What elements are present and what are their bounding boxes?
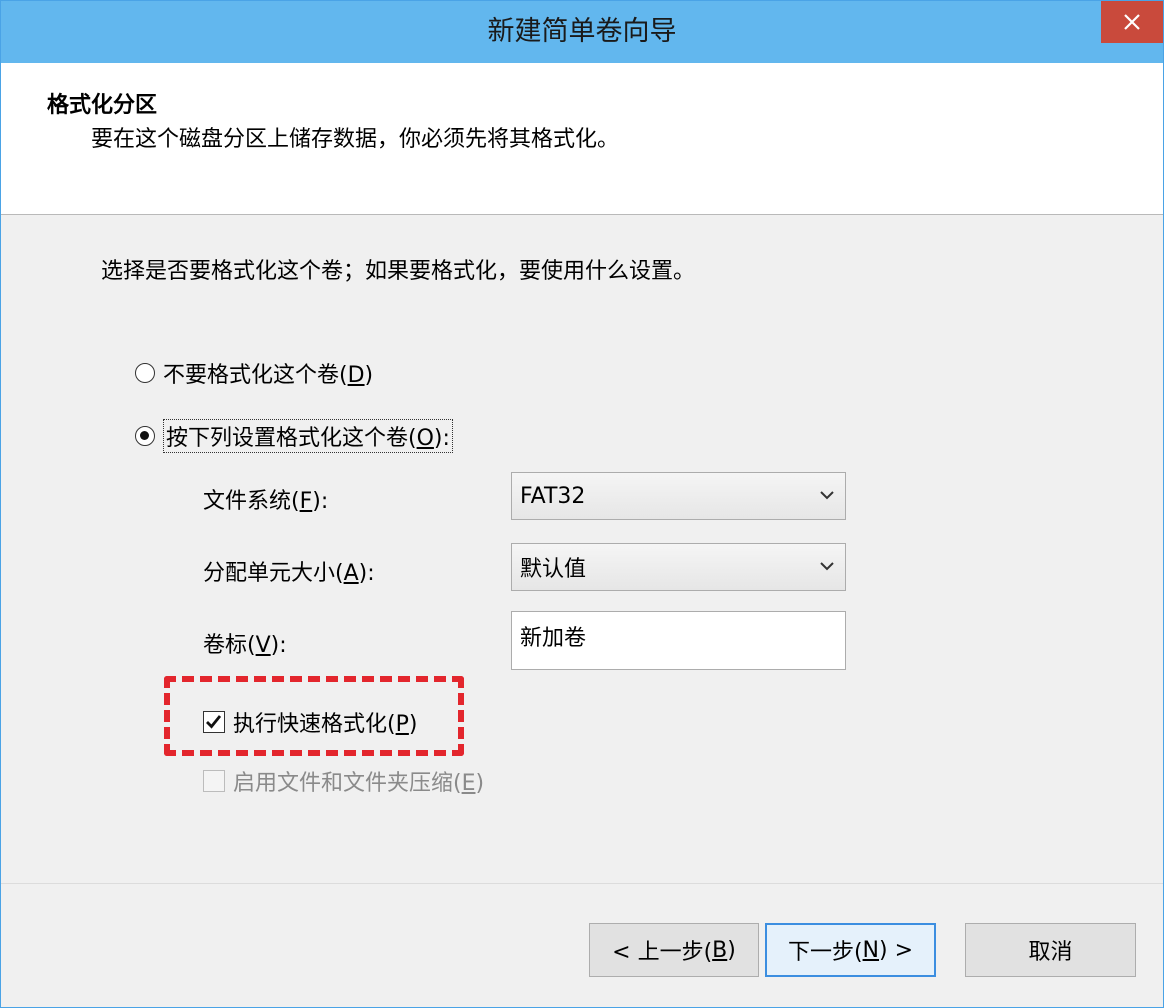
radio-format[interactable]: 按下列设置格式化这个卷(O): — [135, 419, 453, 453]
file-system-select[interactable]: FAT32 — [511, 472, 846, 520]
next-button[interactable]: 下一步(N) > — [765, 923, 936, 977]
page-title: 格式化分区 — [47, 93, 158, 118]
window-title: 新建简单卷向导 — [487, 16, 677, 47]
quick-format-checkbox[interactable] — [203, 711, 225, 733]
allocation-label: 分配单元大小(A): — [203, 561, 375, 586]
close-button[interactable] — [1101, 1, 1163, 43]
radio-button-on[interactable] — [135, 426, 155, 446]
back-button-label: < 上一步( — [612, 940, 713, 965]
close-icon — [1124, 14, 1140, 30]
back-button[interactable]: < 上一步(B) — [589, 923, 759, 977]
back-button-key: B — [712, 937, 728, 963]
file-system-value: FAT32 — [520, 483, 586, 509]
quick-format-label: 执行快速格式化(P) — [233, 712, 418, 737]
allocation-select[interactable]: 默认值 — [511, 543, 846, 591]
radio-no-format-label: 不要格式化这个卷(D) — [163, 363, 374, 388]
page-subtitle: 要在这个磁盘分区上储存数据，你必须先将其格式化。 — [91, 127, 620, 152]
compression-option: 启用文件和文件夹压缩(E) — [203, 765, 484, 797]
radio-button-off[interactable] — [135, 363, 155, 383]
cancel-button[interactable]: 取消 — [965, 923, 1136, 977]
chevron-down-icon — [820, 491, 834, 500]
volume-label-label: 卷标(V): — [203, 633, 287, 658]
title-bar[interactable]: 新建简单卷向导 — [1, 1, 1163, 63]
wizard-header: 格式化分区 要在这个磁盘分区上储存数据，你必须先将其格式化。 — [1, 63, 1163, 215]
next-button-key: N — [862, 937, 880, 963]
compression-checkbox — [203, 770, 225, 792]
chevron-down-icon — [820, 562, 834, 571]
dialog-window: 新建简单卷向导 格式化分区 要在这个磁盘分区上储存数据，你必须先将其格式化。 选… — [0, 0, 1164, 1008]
instruction-text: 选择是否要格式化这个卷；如果要格式化，要使用什么设置。 — [101, 259, 696, 284]
quick-format-option[interactable]: 执行快速格式化(P) — [203, 706, 417, 738]
allocation-value: 默认值 — [520, 557, 587, 582]
next-button-label: 下一步( — [787, 940, 863, 965]
radio-no-format[interactable]: 不要格式化这个卷(D) — [135, 357, 373, 389]
footer-divider — [1, 883, 1163, 884]
checkmark-icon — [206, 715, 222, 729]
next-button-tail: ) > — [879, 937, 914, 963]
back-button-tail: ) — [727, 937, 736, 963]
compression-label: 启用文件和文件夹压缩(E) — [233, 771, 485, 796]
file-system-label: 文件系统(F): — [203, 489, 329, 514]
radio-format-label: 按下列设置格式化这个卷(O): — [163, 419, 453, 453]
volume-label-input[interactable]: 新加卷 — [511, 611, 846, 670]
